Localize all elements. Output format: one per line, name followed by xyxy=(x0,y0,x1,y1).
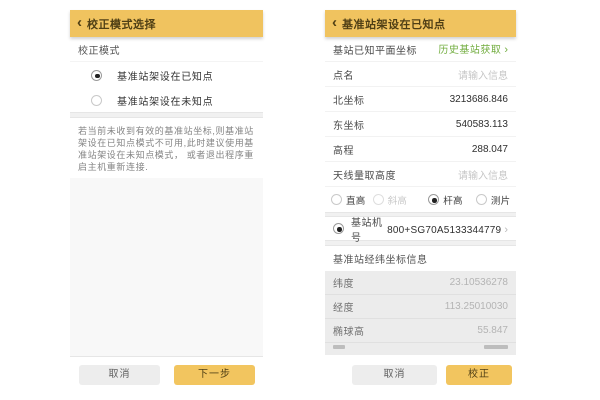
vertical-height-label: 直高 xyxy=(346,193,366,207)
radio-selected-icon xyxy=(91,70,102,81)
point-name-label: 点名 xyxy=(333,67,354,82)
row-known-plane-coords: 基站已知平面坐标 历史基站获取› xyxy=(325,37,516,62)
longitude-label: 经度 xyxy=(333,299,354,314)
cancel-button[interactable]: 取消 xyxy=(79,365,160,385)
row-antenna-height: 天线量取高度 请输入信息 xyxy=(325,162,516,187)
option-unknown-point-label: 基准站架设在未知点 xyxy=(117,93,213,108)
radio-selected-icon xyxy=(333,223,344,234)
base-device-id-label: 基站机号 xyxy=(351,214,387,244)
base-device-id-right: 800+SG70A5133344779› xyxy=(387,220,508,238)
chevron-right-icon: › xyxy=(504,44,508,56)
north-coord-value[interactable]: 3213686.846 xyxy=(450,94,508,105)
right-app-bar: ‹ 基准站架设在已知点 xyxy=(325,10,516,37)
row-north-coord: 北坐标 3213686.846 xyxy=(325,87,516,112)
latitude-value: 23.10536278 xyxy=(450,277,508,288)
latlon-section-header: 基准站经纬坐标信息 xyxy=(325,246,516,271)
option-measure-plate[interactable]: 测片 xyxy=(476,193,511,207)
radio-unselected-icon xyxy=(331,194,342,205)
point-name-input[interactable]: 请输入信息 xyxy=(458,67,508,82)
history-base-link[interactable]: 历史基站获取› xyxy=(438,40,508,58)
chevron-right-icon: › xyxy=(504,224,508,236)
radio-unselected-icon xyxy=(91,95,102,106)
latlon-section-title: 基准站经纬坐标信息 xyxy=(333,251,428,266)
row-base-device-id[interactable]: 基站机号 800+SG70A5133344779› xyxy=(325,217,516,240)
antenna-measure-type-group: 直高 斜高 杆高 测片 xyxy=(325,187,516,212)
row-elevation: 高程 288.047 xyxy=(325,137,516,162)
cancel-button[interactable]: 取消 xyxy=(352,365,437,385)
row-longitude: 经度 113.25010030 xyxy=(325,295,516,319)
east-coord-value[interactable]: 540583.113 xyxy=(456,119,508,130)
correction-mode-section: 校正模式 xyxy=(70,37,263,62)
clipped-value-remnant xyxy=(484,345,508,349)
right-page-title: 基准站架设在已知点 xyxy=(342,16,446,32)
empty-content-area xyxy=(70,178,263,357)
elevation-label: 高程 xyxy=(333,142,354,157)
warning-note: 若当前未收到有效的基准站坐标,则基准站架设在已知点模式不可用,此时建议使用基准站… xyxy=(70,118,263,178)
ellipsoid-height-value: 55.847 xyxy=(477,325,508,336)
measure-plate-label: 测片 xyxy=(491,193,511,207)
known-plane-coords-label: 基站已知平面坐标 xyxy=(333,42,417,57)
clipped-row-remnant xyxy=(325,343,516,349)
screen-correction-mode-select: ‹ 校正模式选择 校正模式 基准站架设在已知点 基准站架设在未知点 若当前未收到… xyxy=(70,10,263,400)
option-known-point[interactable]: 基准站架设在已知点 xyxy=(70,62,263,88)
correction-mode-label: 校正模式 xyxy=(78,42,120,57)
option-known-point-label: 基准站架设在已知点 xyxy=(117,68,213,83)
back-icon[interactable]: ‹ xyxy=(77,15,82,30)
north-coord-label: 北坐标 xyxy=(333,92,365,107)
screenshot-canvas: ‹ 校正模式选择 校正模式 基准站架设在已知点 基准站架设在未知点 若当前未收到… xyxy=(0,0,600,400)
latitude-label: 纬度 xyxy=(333,275,354,290)
option-vertical-height[interactable]: 直高 xyxy=(331,193,366,207)
slant-height-label: 斜高 xyxy=(388,193,408,207)
history-base-link-label: 历史基站获取 xyxy=(438,45,501,56)
elevation-value[interactable]: 288.047 xyxy=(472,144,508,155)
longitude-value: 113.25010030 xyxy=(445,301,508,312)
radio-disabled-icon xyxy=(373,194,384,205)
antenna-height-label: 天线量取高度 xyxy=(333,167,396,182)
option-unknown-point[interactable]: 基准站架设在未知点 xyxy=(70,88,263,112)
calibrate-button[interactable]: 校正 xyxy=(446,365,512,385)
next-step-button[interactable]: 下一步 xyxy=(174,365,255,385)
pole-height-label: 杆高 xyxy=(443,193,463,207)
clipped-label-remnant xyxy=(333,345,345,349)
base-device-id-value: 800+SG70A5133344779 xyxy=(387,225,501,236)
row-east-coord: 东坐标 540583.113 xyxy=(325,112,516,137)
radio-selected-icon xyxy=(428,194,439,205)
radio-unselected-icon xyxy=(476,194,487,205)
latlon-readonly-panel: 纬度 23.10536278 经度 113.25010030 椭球高 55.84… xyxy=(325,271,516,355)
east-coord-label: 东坐标 xyxy=(333,117,365,132)
option-slant-height[interactable]: 斜高 xyxy=(373,193,408,207)
screen-base-known-point: ‹ 基准站架设在已知点 基站已知平面坐标 历史基站获取› 点名 请输入信息 北坐… xyxy=(325,10,516,400)
back-icon[interactable]: ‹ xyxy=(332,15,337,30)
row-ellipsoid-height: 椭球高 55.847 xyxy=(325,319,516,343)
row-latitude: 纬度 23.10536278 xyxy=(325,271,516,295)
option-pole-height[interactable]: 杆高 xyxy=(428,193,463,207)
base-device-id-left: 基站机号 xyxy=(333,214,387,244)
ellipsoid-height-label: 椭球高 xyxy=(333,323,365,338)
left-app-bar: ‹ 校正模式选择 xyxy=(70,10,263,37)
antenna-height-input[interactable]: 请输入信息 xyxy=(458,167,508,182)
row-point-name: 点名 请输入信息 xyxy=(325,62,516,87)
left-page-title: 校正模式选择 xyxy=(87,16,156,32)
